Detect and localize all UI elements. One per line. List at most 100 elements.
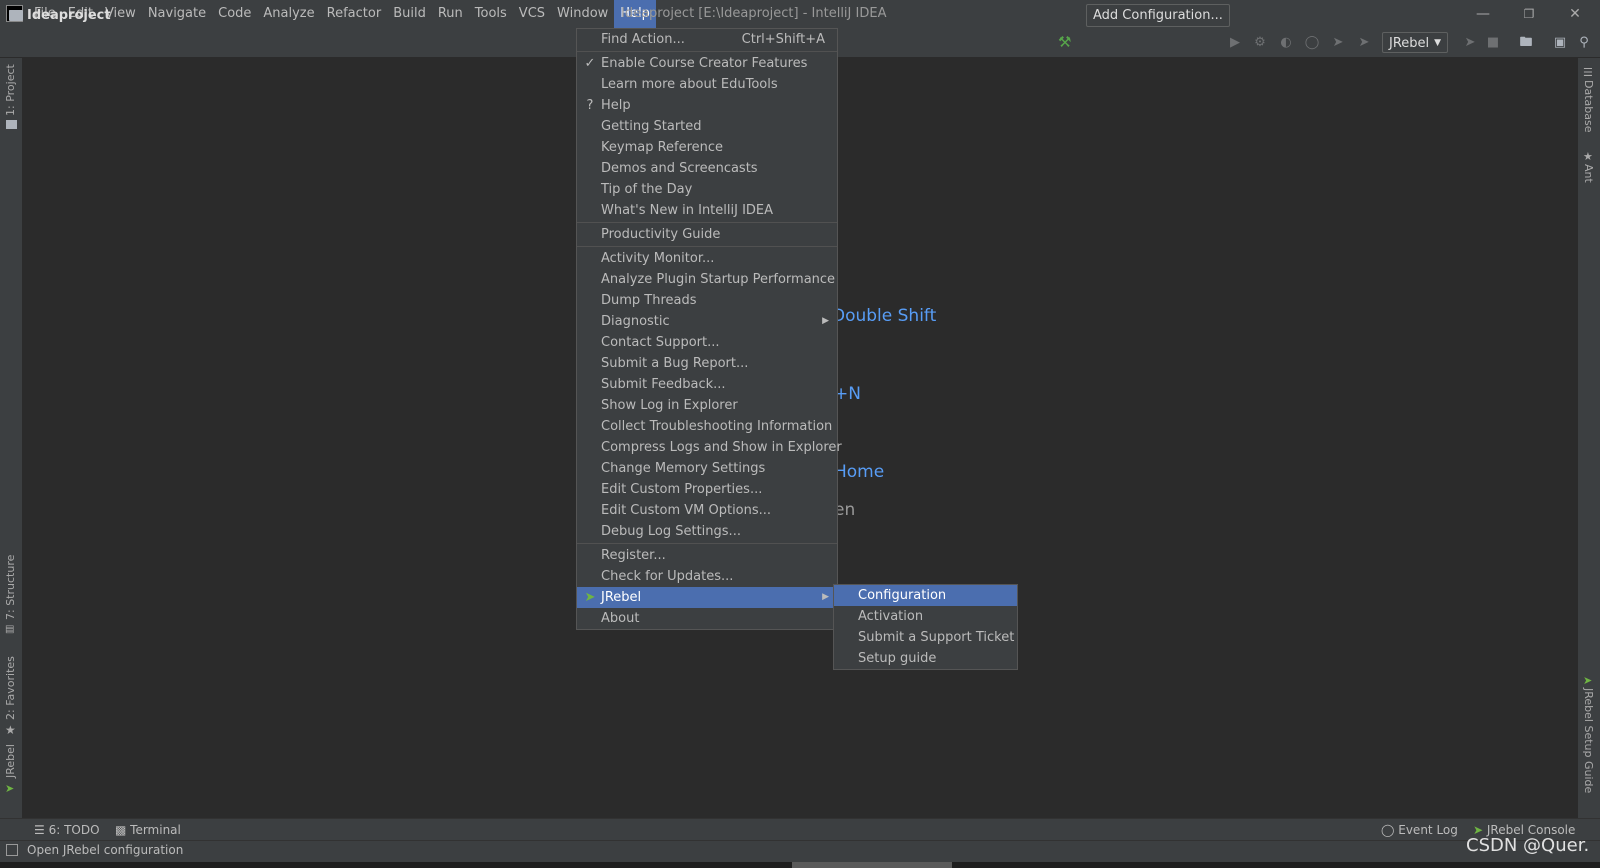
tab-terminal[interactable]: ▩ Terminal [115,822,181,838]
menu-vcs[interactable]: VCS [513,0,551,28]
tab-event-log-label: Event Log [1398,823,1458,837]
hint-navigation-bar[interactable]: Home [834,462,884,482]
menu-item-label: Edit Custom Properties... [601,482,763,497]
build-hammer-icon[interactable]: ⚒ [1058,34,1074,50]
menu-item-label: Debug Log Settings... [601,524,741,539]
menu-bar: File Edit View Navigate Code Analyze Refactor B… [28,0,656,28]
database-icon: ☰ [1583,66,1593,79]
submenu-item-setup-guide[interactable]: Setup guide [834,648,1017,669]
menu-item-change-memory-settings[interactable]: Change Memory Settings [577,458,837,479]
tab-todo[interactable]: ☰ 6: TODO [34,822,100,838]
submenu-item-submit-a-support-ticket[interactable]: Submit a Support Ticket [834,627,1017,648]
tab-favorites[interactable]: 2: Favorites [4,656,17,720]
tab-structure[interactable]: 7: Structure [4,555,17,620]
jrebel-panel-icon[interactable]: ➤ [1462,35,1478,51]
tab-database[interactable]: Database [1582,80,1595,133]
menu-item-label: Contact Support... [601,335,720,350]
scrollbar-thumb[interactable] [792,862,952,868]
debug-icon[interactable]: ⚙ [1252,35,1268,51]
folder-icon [9,9,23,21]
jrebel-run-icon[interactable]: ➤ [1330,35,1346,51]
checkmark-icon: ✓ [584,56,596,71]
hint-go-to-file[interactable]: +N [834,384,861,404]
menu-item-keymap-reference[interactable]: Keymap Reference [577,137,837,158]
menu-item-compress-logs-and-show-in-explorer[interactable]: Compress Logs and Show in Explorer [577,437,842,458]
menu-analyze[interactable]: Analyze [257,0,320,28]
menu-item-tip-of-the-day[interactable]: Tip of the Day [577,179,837,200]
tab-project[interactable]: 1: Project [4,64,17,116]
menu-item-jrebel[interactable]: ➤ JRebel ▶ [577,587,837,608]
menu-item-submit-a-bug-report[interactable]: Submit a Bug Report... [577,353,837,374]
menu-navigate[interactable]: Navigate [142,0,212,28]
tab-jrebel-setup-guide[interactable]: JRebel Setup Guide [1582,688,1595,793]
project-structure-icon[interactable]: 🖿 [1518,35,1534,51]
left-tool-strip: 1: Project 7: Structure ▤ 2: Favorites ★… [0,58,22,818]
menu-build[interactable]: Build [387,0,432,28]
close-icon[interactable]: ✕ [1552,0,1598,28]
menu-item-analyze-plugin-startup-performance[interactable]: Analyze Plugin Startup Performance [577,269,837,290]
menu-window[interactable]: Window [551,0,614,28]
menu-item-label: Register... [601,548,666,563]
tab-jrebel[interactable]: JRebel [4,744,17,778]
status-message: Open JRebel configuration [27,843,184,857]
event-log-icon: ◯ [1381,823,1399,837]
menu-item-label: Keymap Reference [601,140,724,155]
search-icon[interactable]: ⚲ [1576,35,1592,51]
menu-item-register[interactable]: Register... [577,545,837,566]
menu-refactor[interactable]: Refactor [321,0,388,28]
menu-separator [577,222,837,223]
ant-icon: ★ [1583,150,1593,163]
run-target-select[interactable]: JRebel ▼ [1382,32,1448,53]
menu-item-label: Submit Feedback... [601,377,726,392]
coverage-icon[interactable]: ◐ [1278,35,1294,51]
star-icon: ★ [5,723,16,737]
run-icon[interactable]: ▶ [1227,35,1243,51]
layout-icon[interactable]: ▣ [1552,35,1568,51]
tab-ant[interactable]: Ant [1582,164,1595,183]
menu-run[interactable]: Run [432,0,469,28]
tab-event-log[interactable]: ◯ Event Log [1381,822,1458,838]
menu-code[interactable]: Code [212,0,257,28]
menu-item-what-s-new-in-intellij-idea[interactable]: What's New in IntelliJ IDEA [577,200,837,221]
menu-item-label: Productivity Guide [601,227,721,242]
menu-item-productivity-guide[interactable]: Productivity Guide [577,224,837,245]
menu-item-enable-course-creator-features[interactable]: ✓ Enable Course Creator Features [577,53,837,74]
tool-window-toggle-icon[interactable] [6,844,18,856]
project-name: Ideaproject [27,7,111,23]
menu-item-diagnostic[interactable]: Diagnostic ▶ [577,311,837,332]
menu-item-label: Edit Custom VM Options... [601,503,772,518]
add-configuration-button[interactable]: Add Configuration... [1086,4,1230,27]
restore-icon[interactable]: ❐ [1506,0,1552,28]
minimize-icon[interactable]: — [1460,0,1506,28]
menu-item-edit-custom-properties[interactable]: Edit Custom Properties... [577,479,837,500]
menu-item-submit-feedback[interactable]: Submit Feedback... [577,374,837,395]
menu-item-contact-support[interactable]: Contact Support... [577,332,837,353]
menu-item-learn-more-about-edutools[interactable]: Learn more about EduTools [577,74,837,95]
menu-item-label: About [601,611,640,626]
submenu-item-activation[interactable]: Activation [834,606,1017,627]
menu-item-debug-log-settings[interactable]: Debug Log Settings... [577,521,837,542]
menu-item-label: Find Action... [601,32,685,47]
menu-item-about[interactable]: About [577,608,837,629]
hint-search-everywhere[interactable]: Double Shift [832,306,936,326]
menu-tools[interactable]: Tools [469,0,513,28]
menu-separator [577,543,837,544]
menu-item-label: Diagnostic [601,314,670,329]
menu-item-label: Enable Course Creator Features [601,56,808,71]
jrebel-debug-icon[interactable]: ➤ [1356,35,1372,51]
menu-item-activity-monitor[interactable]: Activity Monitor... [577,248,837,269]
menu-item-help[interactable]: ? Help [577,95,837,116]
stop-icon[interactable]: ■ [1485,35,1501,51]
menu-item-edit-custom-vm-options[interactable]: Edit Custom VM Options... [577,500,837,521]
menu-item-check-for-updates[interactable]: Check for Updates... [577,566,837,587]
menu-item-collect-troubleshooting-information[interactable]: Collect Troubleshooting Information [577,416,837,437]
profile-icon[interactable]: ◯ [1304,35,1320,51]
menu-item-show-log-in-explorer[interactable]: Show Log in Explorer [577,395,837,416]
submenu-item-configuration[interactable]: Configuration [834,585,1017,606]
menu-item-find-action[interactable]: Find Action... Ctrl+Shift+A [577,29,837,50]
menu-item-dump-threads[interactable]: Dump Threads [577,290,837,311]
menu-item-demos-and-screencasts[interactable]: Demos and Screencasts [577,158,837,179]
breadcrumb[interactable]: Ideaproject [9,6,111,24]
menu-item-getting-started[interactable]: Getting Started [577,116,837,137]
menu-separator [577,51,837,52]
